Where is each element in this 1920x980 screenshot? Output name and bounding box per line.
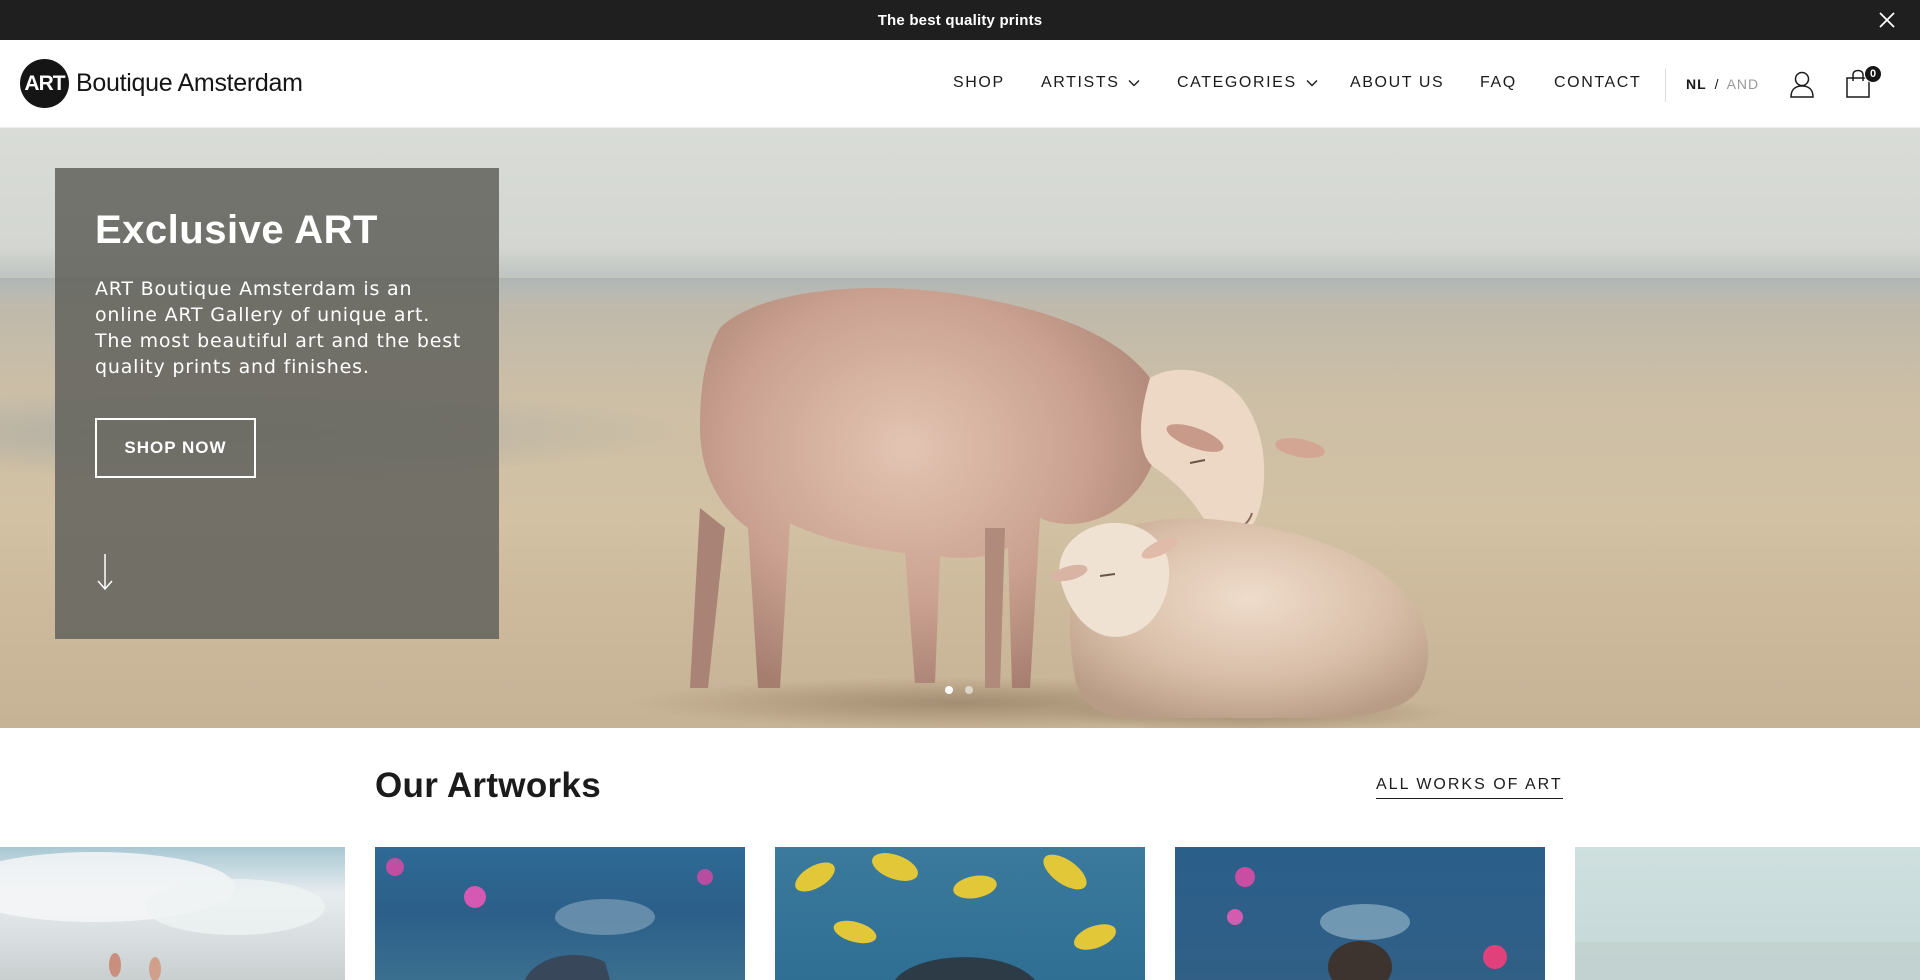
slider-dot-2[interactable] xyxy=(965,686,973,694)
lang-separator: / xyxy=(1714,76,1720,92)
all-works-link[interactable]: ALL WORKS OF ART xyxy=(1376,776,1563,799)
artwork-image xyxy=(0,852,325,980)
slider-dots xyxy=(945,686,973,694)
nav-about-us-label: ABOUT US xyxy=(1350,74,1445,91)
nav-faq[interactable]: FAQ xyxy=(1480,74,1517,92)
main-nav: SHOP ARTISTS CATEGORIES ABOUT US FAQ CON… xyxy=(0,40,1920,128)
nav-shop-label: SHOP xyxy=(953,74,1005,91)
slider-dot-1[interactable] xyxy=(945,686,953,694)
nav-shop[interactable]: SHOP xyxy=(953,74,1005,92)
chevron-down-icon xyxy=(1128,80,1140,87)
lang-nl[interactable]: NL xyxy=(1686,76,1707,92)
site-header: ART Boutique Amsterdam SHOP ARTISTS CATE… xyxy=(0,40,1920,128)
nav-artists[interactable]: ARTISTS xyxy=(1041,74,1140,92)
artwork-card[interactable] xyxy=(375,847,745,980)
lang-and[interactable]: AND xyxy=(1727,76,1760,92)
hero-title: Exclusive ART xyxy=(95,208,378,252)
artwork-card[interactable] xyxy=(0,847,345,980)
language-switcher: NL / AND xyxy=(1686,76,1759,92)
hero-banner: Exclusive ART ART Boutique Amsterdam is … xyxy=(0,128,1920,728)
shop-now-button[interactable]: SHOP NOW xyxy=(95,418,256,478)
nav-artists-label: ARTISTS xyxy=(1041,74,1120,91)
announcement-text: The best quality prints xyxy=(877,11,1043,29)
artworks-title: Our Artworks xyxy=(375,766,601,805)
chevron-down-icon xyxy=(1306,80,1318,87)
nav-about-us[interactable]: ABOUT US xyxy=(1350,74,1444,92)
artwork-card[interactable] xyxy=(775,847,1145,980)
artwork-image xyxy=(1575,942,1920,980)
nav-categories[interactable]: CATEGORIES xyxy=(1177,74,1318,92)
artwork-image xyxy=(1227,867,1507,980)
nav-contact-label: CONTACT xyxy=(1554,74,1642,91)
arrow-down-icon[interactable] xyxy=(95,552,115,592)
user-icon[interactable] xyxy=(1789,70,1815,98)
artwork-card[interactable] xyxy=(1175,847,1545,980)
hero-description: ART Boutique Amsterdam is an online ART … xyxy=(95,278,462,378)
close-icon[interactable] xyxy=(1876,9,1898,31)
nav-categories-label: CATEGORIES xyxy=(1177,74,1297,91)
nav-contact[interactable]: CONTACT xyxy=(1554,74,1641,92)
artwork-image xyxy=(386,858,713,980)
artwork-card[interactable] xyxy=(1575,847,1920,980)
hero-panel: Exclusive ART ART Boutique Amsterdam is … xyxy=(55,168,499,639)
announcement-bar: The best quality prints xyxy=(0,0,1920,40)
nav-divider xyxy=(1665,68,1666,102)
artwork-image xyxy=(795,853,1117,980)
nav-faq-label: FAQ xyxy=(1480,74,1517,91)
cart-count-badge: 0 xyxy=(1864,65,1882,83)
